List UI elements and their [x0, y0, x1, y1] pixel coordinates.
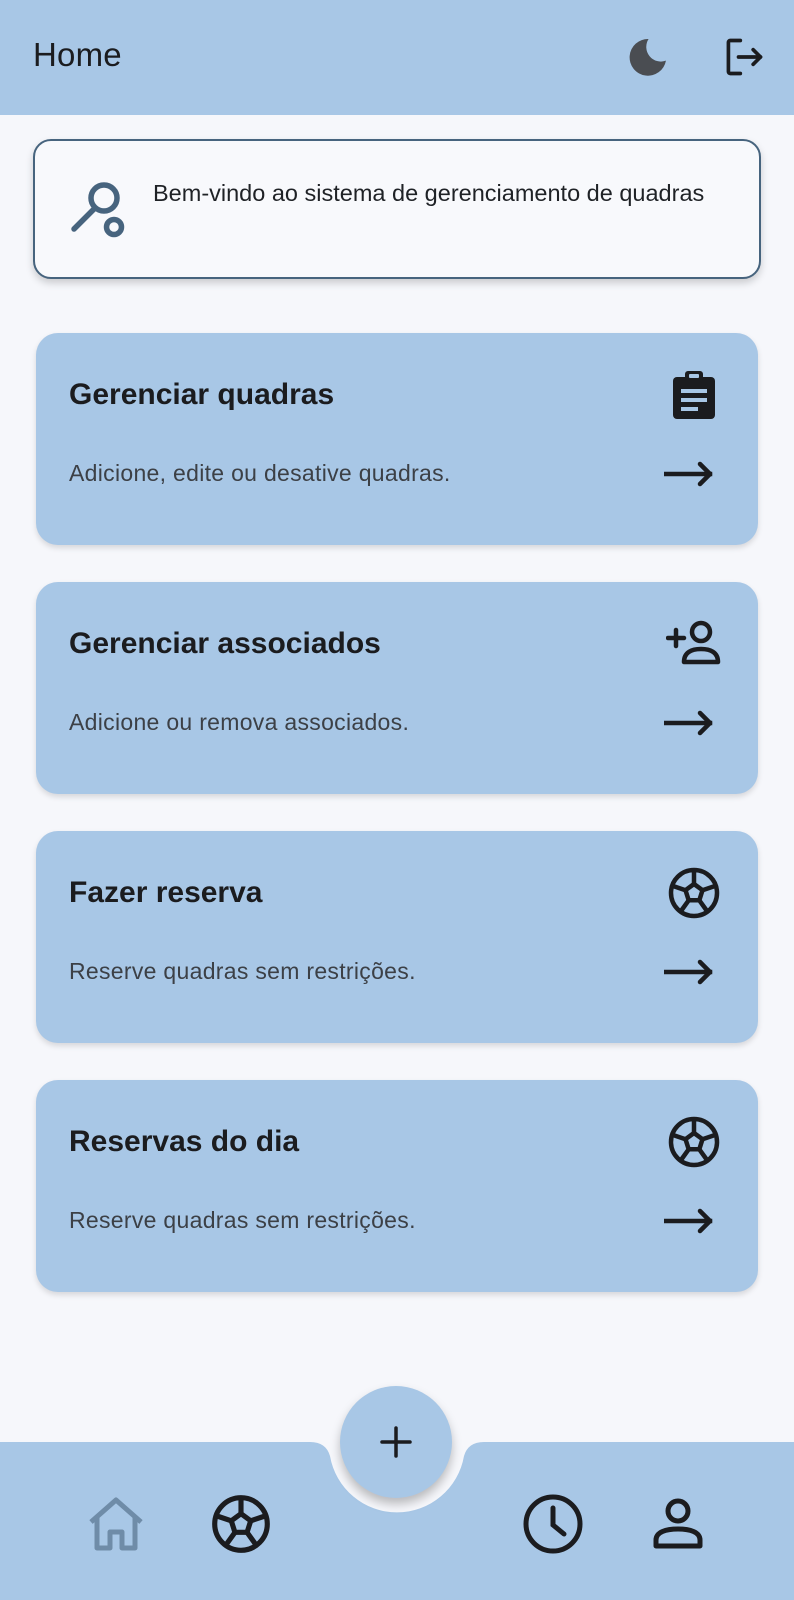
card-daily-reservations[interactable]: Reservas do dia Reserve quadras sem rest…	[36, 1080, 758, 1292]
card-make-reservation[interactable]: Fazer reserva Reserve quadras sem restri…	[36, 831, 758, 1043]
card-description: Adicione, edite ou desative quadras.	[69, 460, 451, 486]
card-description: Reserve quadras sem restrições.	[69, 1207, 416, 1233]
home-icon	[89, 1497, 143, 1551]
nav-history[interactable]	[515, 1486, 591, 1562]
card-manage-courts[interactable]: Gerenciar quadras Adicione, edite ou des…	[36, 333, 758, 545]
theme-toggle-button[interactable]	[620, 29, 676, 85]
welcome-banner: Bem-vindo ao sistema de gerenciamento de…	[33, 139, 761, 279]
soccer-ball-icon	[668, 1116, 720, 1168]
soccer-ball-icon	[668, 867, 720, 919]
nav-home[interactable]	[78, 1486, 154, 1562]
card-description: Reserve quadras sem restrições.	[69, 958, 416, 984]
welcome-message: Bem-vindo ao sistema de gerenciamento de…	[153, 180, 705, 206]
add-fab-button[interactable]	[340, 1386, 452, 1498]
clipboard-icon	[673, 371, 715, 419]
card-manage-members[interactable]: Gerenciar associados Adicione ou remova …	[36, 582, 758, 794]
page-title: Home	[33, 36, 122, 73]
logout-icon	[726, 38, 763, 76]
card-title: Reservas do dia	[69, 1125, 300, 1158]
tennis-racket-icon	[71, 182, 125, 238]
logout-button[interactable]	[716, 29, 772, 85]
arrow-right-icon	[664, 1208, 713, 1234]
person-icon	[653, 1498, 703, 1549]
arrow-right-icon	[664, 710, 713, 736]
app-bar: Home	[0, 0, 794, 115]
clock-icon	[523, 1494, 583, 1554]
nav-courts[interactable]	[203, 1486, 279, 1562]
arrow-right-icon	[664, 959, 713, 985]
nav-profile[interactable]	[640, 1486, 716, 1562]
soccer-ball-icon	[212, 1495, 270, 1553]
card-title: Gerenciar quadras	[69, 378, 335, 411]
plus-icon	[380, 1426, 412, 1458]
arrow-right-icon	[664, 461, 713, 487]
card-title: Gerenciar associados	[69, 627, 381, 660]
card-description: Adicione ou remova associados.	[69, 709, 410, 735]
card-title: Fazer reserva	[69, 876, 263, 909]
moon-icon	[629, 39, 666, 76]
app-root: Home Bem-vindo ao sistema de gerenciamen…	[0, 0, 794, 1600]
add-person-icon	[666, 620, 721, 665]
